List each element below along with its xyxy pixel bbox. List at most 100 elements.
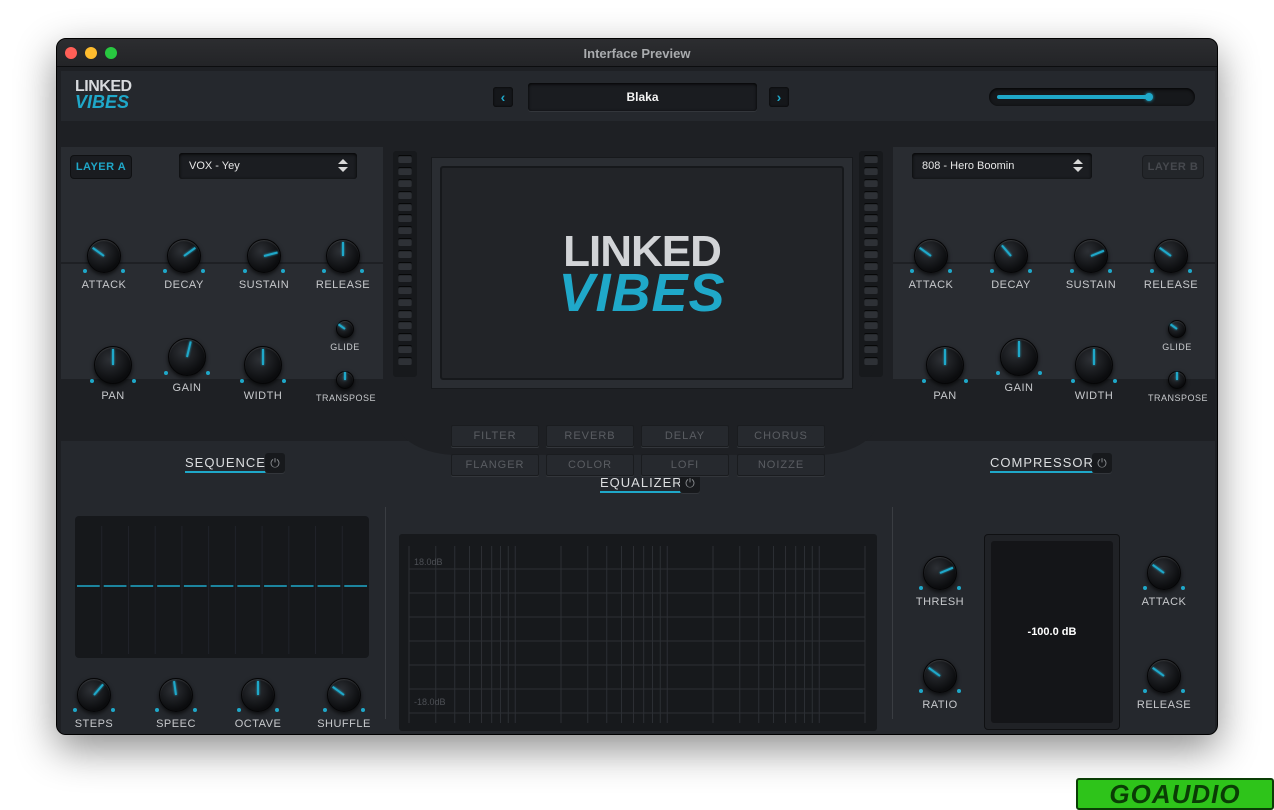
chevron-right-icon: ›: [776, 89, 782, 105]
layer-a-tab[interactable]: LAYER A: [71, 156, 131, 178]
layer-b-sound-select[interactable]: 808 - Hero Boomin: [912, 153, 1092, 179]
layer_a-release-knob[interactable]: [326, 239, 360, 273]
app-window: Interface Preview LINKED VIBES ‹ Blaka ›…: [56, 38, 1218, 735]
layer_b-pan-indicator: [944, 349, 946, 365]
fx-color-button[interactable]: COLOR: [546, 454, 634, 476]
compressor-attack-max-dot: [1180, 585, 1185, 590]
preset-name[interactable]: Blaka: [528, 83, 757, 111]
next-preset-button[interactable]: ›: [769, 87, 789, 107]
fx-delay-button[interactable]: DELAY: [641, 425, 729, 447]
layer_a-release-indicator: [342, 241, 344, 256]
layer_b-glide-knob[interactable]: [1168, 320, 1186, 338]
layer_a-width-control: WIDTH: [240, 346, 286, 402]
sequence-shuffle-knob[interactable]: [327, 678, 361, 712]
layer_b-transpose-knob[interactable]: [1168, 371, 1186, 389]
layer-a-sound-select[interactable]: VOX - Yey: [179, 153, 357, 179]
layer_b-attack-knob[interactable]: [914, 239, 948, 273]
power-icon: ⏻: [270, 456, 280, 470]
layer_b-sustain-indicator: [1090, 249, 1105, 257]
layer_a-gain-knob[interactable]: [168, 338, 206, 376]
equalizer-grid[interactable]: [399, 534, 877, 731]
sequence-steps[interactable]: [75, 516, 369, 658]
layer_a-decay-min-dot: [163, 268, 168, 273]
layer_b-sustain-label: SUSTAIN: [1065, 279, 1117, 291]
center-display: LINKED VIBES: [431, 157, 853, 389]
compressor-thresh-knob[interactable]: [923, 556, 957, 590]
fx-reverb-button[interactable]: REVERB: [546, 425, 634, 447]
left-level-meter: [393, 151, 417, 377]
sequence-steps-min-dot: [73, 707, 78, 712]
layer_a-pan-knob[interactable]: [94, 346, 132, 384]
compressor-ratio-min-dot: [919, 688, 924, 693]
layer_a-glide-control: GLIDE: [330, 320, 359, 352]
layer_b-release-label: RELEASE: [1143, 279, 1199, 291]
master-volume-slider[interactable]: [989, 88, 1195, 106]
equalizer-power-button[interactable]: ⏻: [680, 473, 700, 493]
meter-cell: [864, 166, 878, 175]
layer_b-width-control: WIDTH: [1071, 346, 1117, 402]
power-icon: ⏻: [685, 476, 695, 490]
layer_b-attack-label: ATTACK: [908, 279, 954, 291]
layer_b-glide-indicator: [1170, 323, 1178, 330]
layer_a-sustain-min-dot: [243, 268, 248, 273]
layer_a-width-knob[interactable]: [244, 346, 282, 384]
sequence-shuffle-min-dot: [323, 707, 328, 712]
equalizer-graph[interactable]: 18.0dB -18.0dB: [399, 534, 877, 731]
sequence-octave-knob[interactable]: [241, 678, 275, 712]
layer_a-gain-control: GAIN: [164, 338, 210, 394]
meter-cell: [398, 238, 412, 247]
layer_b-pan-label: PAN: [933, 390, 957, 402]
meter-cell: [864, 238, 878, 247]
layer_a-glide-label: GLIDE: [330, 342, 360, 352]
compressor-power-button[interactable]: ⏻: [1092, 453, 1112, 473]
layer_b-release-control: RELEASE: [1144, 239, 1198, 291]
fx-lofi-button[interactable]: LOFI: [641, 454, 729, 476]
layer_a-transpose-knob[interactable]: [336, 371, 354, 389]
sequence-speec-label: SPEEC: [156, 718, 196, 730]
meter-cell: [398, 297, 412, 306]
layer_a-sustain-indicator: [263, 251, 279, 257]
compressor-ratio-knob[interactable]: [923, 659, 957, 693]
layer_a-attack-knob[interactable]: [87, 239, 121, 273]
layer_b-decay-knob[interactable]: [994, 239, 1028, 273]
meter-cell: [864, 262, 878, 271]
layer_b-attack-control: ATTACK: [909, 239, 953, 291]
layer_b-gain-knob[interactable]: [1000, 338, 1038, 376]
layer-a-sound-name: VOX - Yey: [189, 160, 240, 172]
power-icon: ⏻: [1097, 456, 1107, 470]
sequence-grid[interactable]: [75, 516, 369, 658]
layer_a-glide-knob[interactable]: [336, 320, 354, 338]
meter-cell: [398, 166, 412, 175]
sequence-steps-knob[interactable]: [77, 678, 111, 712]
layer_a-pan-max-dot: [131, 379, 136, 384]
sequence-speec-knob[interactable]: [159, 678, 193, 712]
prev-preset-button[interactable]: ‹: [493, 87, 513, 107]
layer_a-release-control: RELEASE: [316, 239, 370, 291]
layer_a-sustain-knob[interactable]: [247, 239, 281, 273]
fx-filter-button[interactable]: FILTER: [451, 425, 539, 447]
layer_b-width-knob[interactable]: [1075, 346, 1113, 384]
compressor-release-min-dot: [1143, 688, 1148, 693]
fx-flanger-button[interactable]: FLANGER: [451, 454, 539, 476]
eq-top-db-label: 18.0dB: [414, 557, 443, 567]
meter-cell: [398, 321, 412, 330]
sequence-octave-indicator: [257, 680, 259, 695]
compressor-attack-knob[interactable]: [1147, 556, 1181, 590]
layer_b-release-knob[interactable]: [1154, 239, 1188, 273]
logo: LINKED VIBES: [75, 79, 145, 115]
layer-b-tab[interactable]: LAYER B: [1143, 156, 1203, 178]
layer_b-width-max-dot: [1112, 379, 1117, 384]
layer_a-decay-knob[interactable]: [167, 239, 201, 273]
compressor-release-knob[interactable]: [1147, 659, 1181, 693]
fx-noizze-button[interactable]: NOIZZE: [737, 454, 825, 476]
sequence-power-button[interactable]: ⏻: [265, 453, 285, 473]
sequence-steps-control: STEPS: [73, 678, 115, 730]
fx-chorus-button[interactable]: CHORUS: [737, 425, 825, 447]
layer_b-pan-knob[interactable]: [926, 346, 964, 384]
volume-thumb[interactable]: [1145, 93, 1153, 101]
compressor-ratio-max-dot: [956, 688, 961, 693]
layer_b-sustain-knob[interactable]: [1074, 239, 1108, 273]
compressor-thresh-control: THRESH: [916, 556, 964, 608]
layer_b-decay-min-dot: [990, 268, 995, 273]
compressor-attack-indicator: [1151, 563, 1165, 574]
